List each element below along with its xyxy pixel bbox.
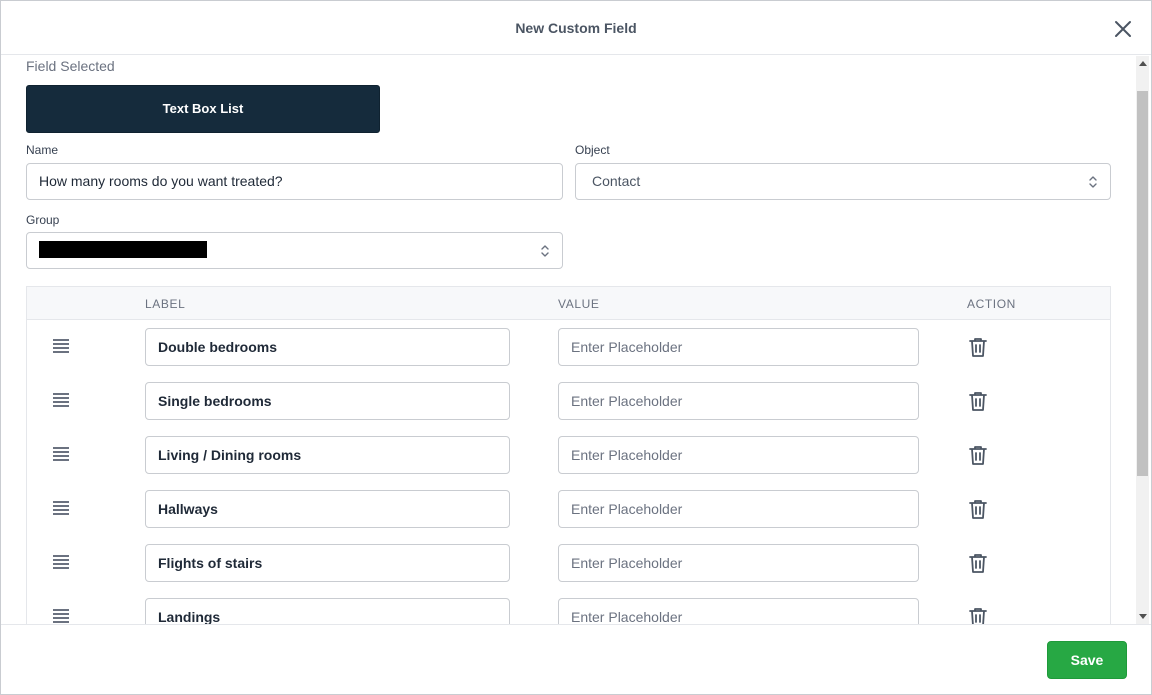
option-label-input[interactable]: Living / Dining rooms [145, 436, 510, 474]
option-value-input[interactable]: Enter Placeholder [558, 490, 919, 528]
group-label: Group [26, 213, 60, 227]
field-type-card[interactable]: Text Box List [26, 85, 380, 133]
trash-icon[interactable] [967, 336, 989, 358]
drag-handle-icon[interactable] [53, 447, 69, 461]
chevron-up-down-icon [1089, 176, 1097, 188]
field-selected-label: Field Selected [26, 58, 115, 74]
group-select[interactable] [26, 232, 563, 269]
table-header: LABEL VALUE ACTION [27, 287, 1110, 320]
drag-handle-icon[interactable] [53, 393, 69, 407]
name-label: Name [26, 143, 59, 157]
option-label-input[interactable]: Landings [145, 598, 510, 624]
option-value-input[interactable]: Enter Placeholder [558, 436, 919, 474]
name-input[interactable]: How many rooms do you want treated? [26, 163, 563, 200]
close-icon[interactable] [1113, 19, 1133, 39]
modal-footer: Save [1, 624, 1151, 694]
action-column-header: ACTION [967, 297, 1016, 311]
value-column-header: VALUE [558, 297, 600, 311]
drag-handle-icon[interactable] [53, 501, 69, 515]
trash-icon[interactable] [967, 552, 989, 574]
option-value-input[interactable]: Enter Placeholder [558, 328, 919, 366]
vertical-scrollbar[interactable] [1136, 56, 1149, 624]
drag-handle-icon[interactable] [53, 555, 69, 569]
scroll-down-arrow-icon[interactable] [1139, 614, 1147, 619]
modal-header: New Custom Field [1, 1, 1151, 55]
scrollbar-thumb[interactable] [1137, 91, 1148, 476]
custom-field-modal: New Custom Field Field Selected Text Box… [0, 0, 1152, 695]
drag-handle-icon[interactable] [53, 339, 69, 353]
object-label: Object [575, 143, 610, 157]
option-label-input[interactable]: Double bedrooms [145, 328, 510, 366]
object-select[interactable]: Contact [575, 163, 1111, 200]
label-column-header: LABEL [145, 297, 186, 311]
modal-title: New Custom Field [515, 20, 637, 36]
option-label-input[interactable]: Hallways [145, 490, 510, 528]
trash-icon[interactable] [967, 498, 989, 520]
table-row: Double bedrooms Enter Placeholder [27, 320, 1110, 374]
table-row: Living / Dining rooms Enter Placeholder [27, 428, 1110, 482]
chevron-up-down-icon [541, 245, 549, 257]
redacted-group-value [39, 241, 207, 258]
options-table: LABEL VALUE ACTION Double bedrooms Enter… [26, 286, 1111, 624]
trash-icon[interactable] [967, 444, 989, 466]
table-row: Single bedrooms Enter Placeholder [27, 374, 1110, 428]
option-value-input[interactable]: Enter Placeholder [558, 544, 919, 582]
table-row: Landings Enter Placeholder [27, 590, 1110, 624]
option-label-input[interactable]: Single bedrooms [145, 382, 510, 420]
option-value-input[interactable]: Enter Placeholder [558, 382, 919, 420]
trash-icon[interactable] [967, 606, 989, 624]
object-select-value: Contact [592, 173, 641, 189]
table-row: Hallways Enter Placeholder [27, 482, 1110, 536]
scroll-up-arrow-icon[interactable] [1139, 61, 1147, 66]
option-value-input[interactable]: Enter Placeholder [558, 598, 919, 624]
trash-icon[interactable] [967, 390, 989, 412]
option-label-input[interactable]: Flights of stairs [145, 544, 510, 582]
save-button[interactable]: Save [1047, 641, 1127, 679]
table-row: Flights of stairs Enter Placeholder [27, 536, 1110, 590]
drag-handle-icon[interactable] [53, 609, 69, 623]
modal-body: Field Selected Text Box List Name How ma… [1, 56, 1151, 624]
